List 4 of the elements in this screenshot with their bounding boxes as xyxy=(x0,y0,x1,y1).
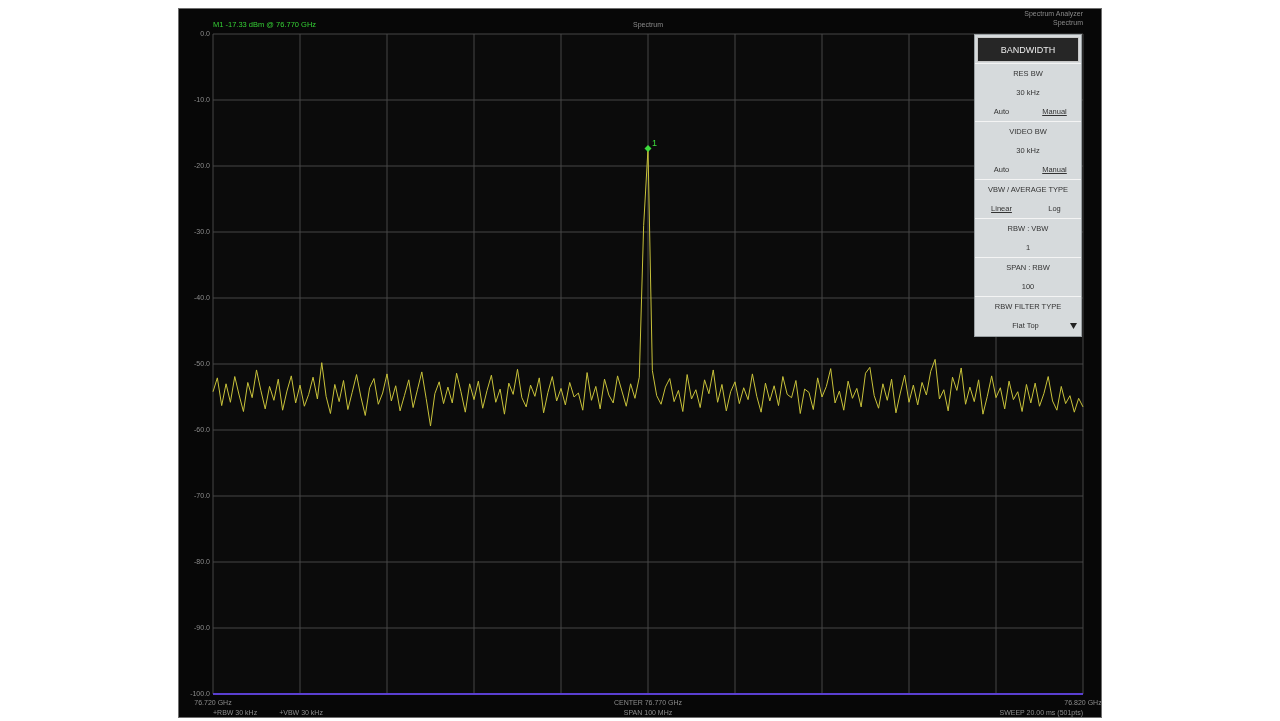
marker-label: 1 xyxy=(652,138,657,149)
marker-icon xyxy=(644,144,652,152)
menu-title: BANDWIDTH xyxy=(977,37,1079,62)
dropdown-arrow-icon xyxy=(1070,322,1077,329)
